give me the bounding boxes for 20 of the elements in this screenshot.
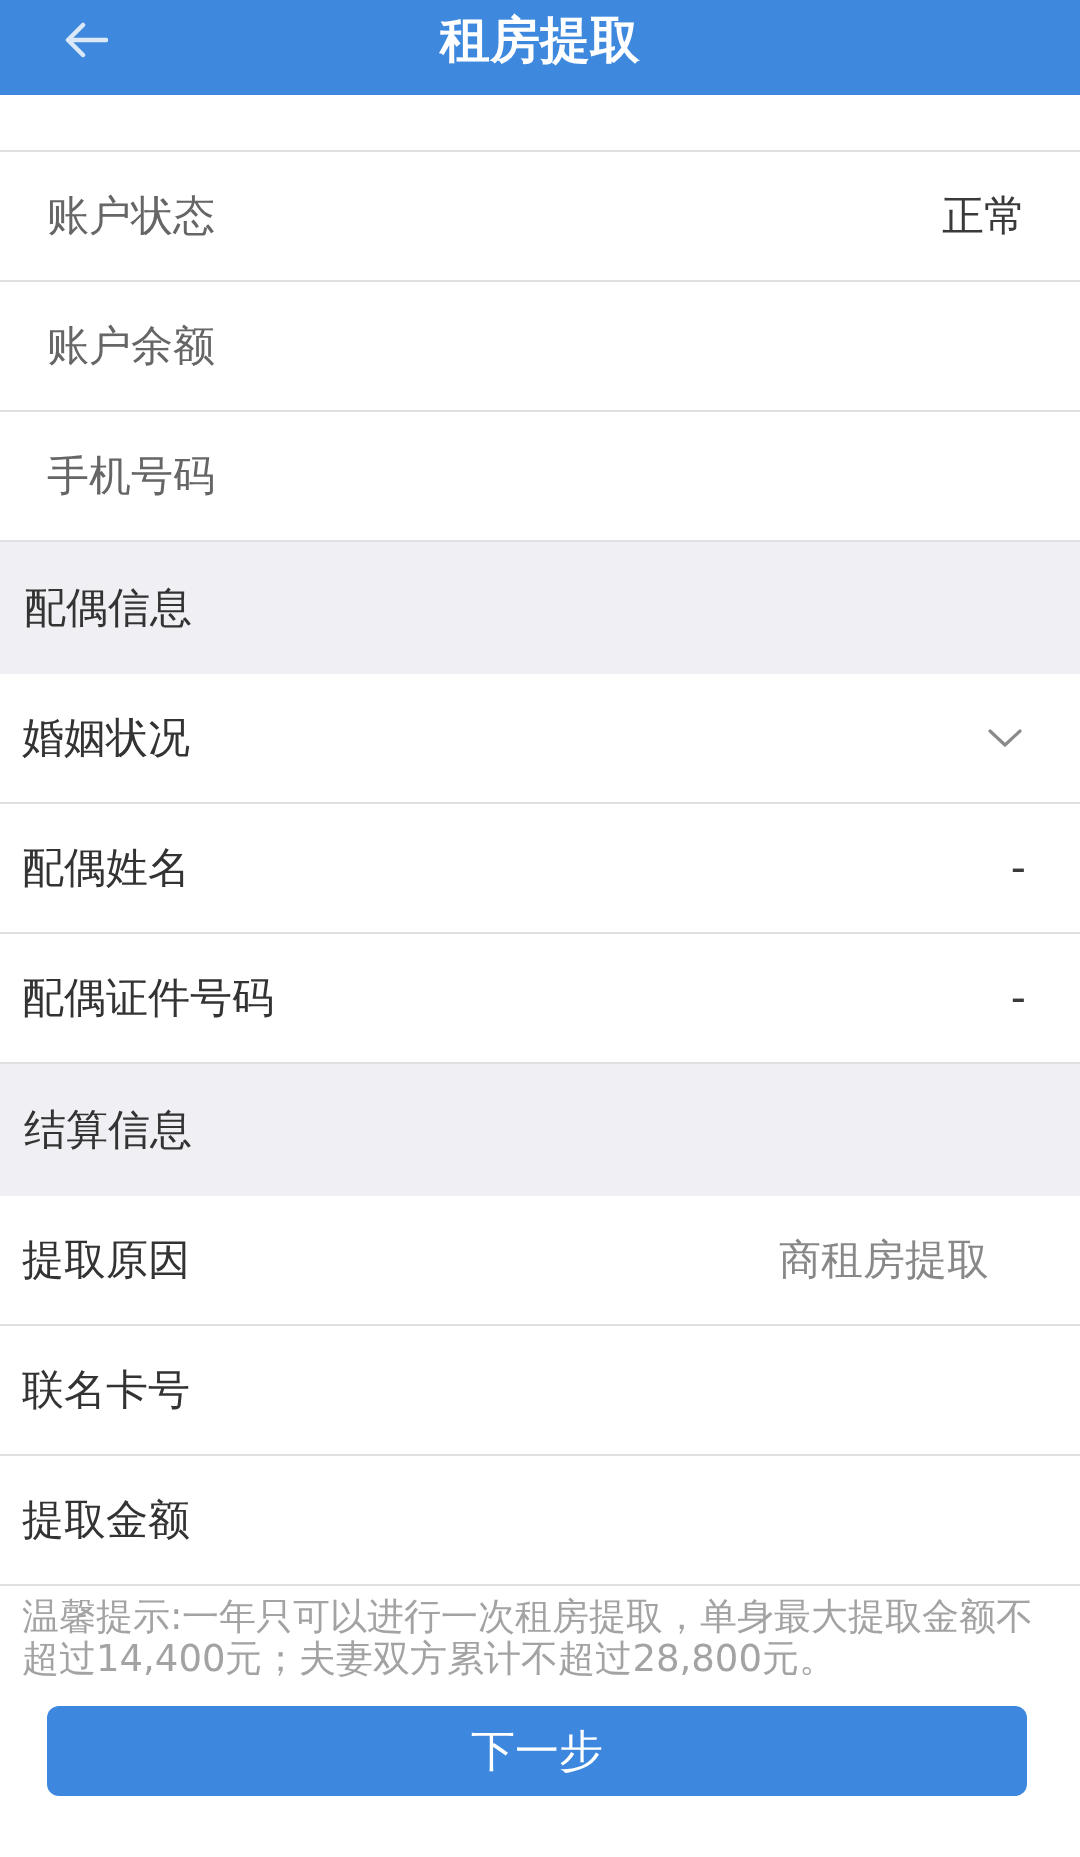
field-label: 提取原因 xyxy=(22,1235,190,1285)
field-label: 婚姻状况 xyxy=(22,713,190,763)
back-icon[interactable] xyxy=(64,22,108,58)
page-title: 租房提取 xyxy=(440,9,640,70)
field-value: 正常 xyxy=(942,191,1026,241)
field-label: 账户余额 xyxy=(47,321,215,371)
field-value: - xyxy=(1010,973,1026,1023)
field-label: 账户状态 xyxy=(47,191,215,241)
next-button[interactable]: 下一步 xyxy=(47,1706,1027,1796)
field-label: 配偶姓名 xyxy=(22,843,190,893)
field-value[interactable]: 商租房提取 xyxy=(779,1235,989,1285)
field-label: 配偶证件号码 xyxy=(22,973,274,1023)
field-label: 联名卡号 xyxy=(22,1365,190,1415)
section-header: 配偶信息 xyxy=(0,542,1080,674)
section-header: 结算信息 xyxy=(0,1064,1080,1196)
tip-text: 温馨提示:一年只可以进行一次租房提取，单身最大提取金额不超过14,400元；夫妻双方累计不超过28,800元。 xyxy=(21,1596,1035,1680)
field-label: 手机号码 xyxy=(47,451,215,501)
field-label: 提取金额 xyxy=(22,1495,190,1545)
field-value: - xyxy=(1010,843,1026,893)
chevron-down-icon[interactable] xyxy=(988,729,1022,747)
